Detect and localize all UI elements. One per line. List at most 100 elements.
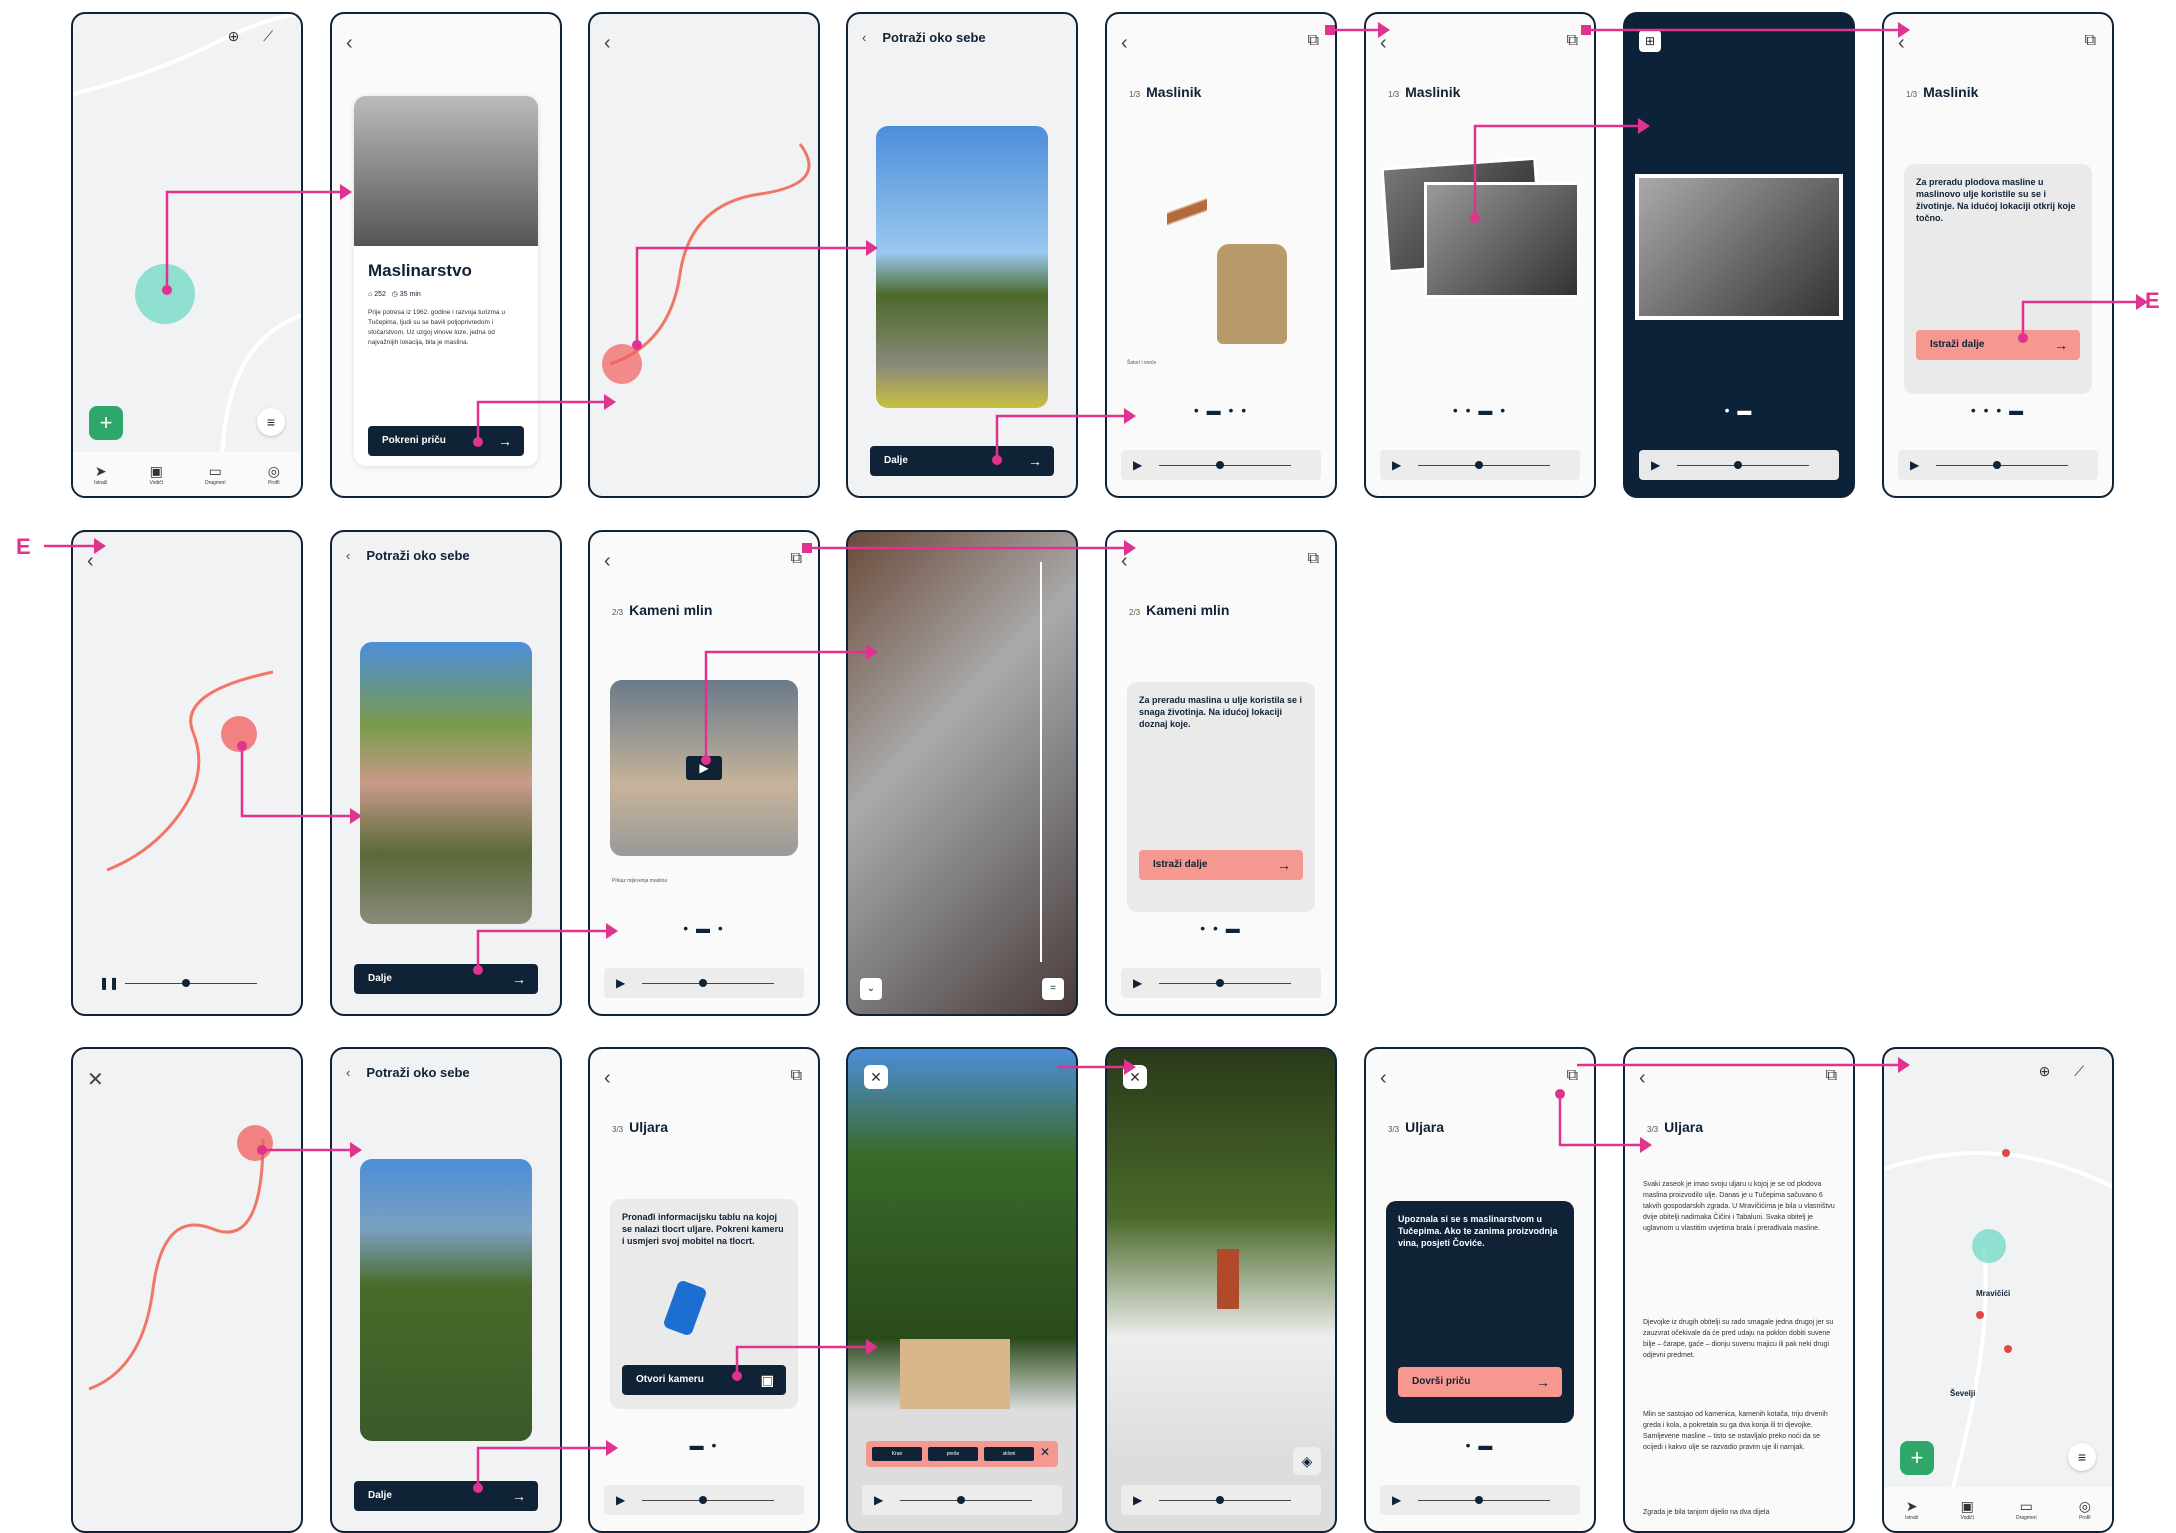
play-icon[interactable]: ▶ — [616, 976, 625, 990]
poi-pin-2[interactable] — [1976, 1311, 1984, 1319]
next-button[interactable]: Dalje → — [870, 446, 1054, 476]
pagination-dots[interactable]: • • ▬ — [1107, 920, 1335, 936]
audio-player[interactable]: ▶ — [1639, 450, 1839, 480]
continuation-label-left: E — [16, 534, 31, 559]
play-video-icon[interactable]: ▶ — [686, 756, 722, 780]
back-icon[interactable]: ‹ — [346, 1065, 350, 1080]
current-location[interactable] — [221, 716, 257, 752]
back-icon[interactable]: ‹ — [1380, 1067, 1387, 1090]
play-icon[interactable]: ▶ — [616, 1493, 625, 1507]
add-button[interactable]: + — [1900, 1441, 1934, 1475]
back-icon[interactable]: ‹ — [1121, 32, 1128, 55]
audio-player[interactable]: ▶ — [1898, 450, 2098, 480]
close-toolbar-icon[interactable]: ✕ — [1040, 1445, 1050, 1459]
map-tools[interactable]: ⊕ ⟋ — [2039, 1063, 2094, 1080]
tab-diagrams[interactable]: ▭ Dragmeri — [2016, 1498, 2037, 1521]
play-icon[interactable]: ▶ — [874, 1493, 883, 1507]
close-icon[interactable]: ✕ — [864, 1065, 888, 1089]
user-location[interactable] — [1972, 1229, 2006, 1263]
pagination-dots[interactable]: • • • ▬ — [1884, 402, 2112, 418]
gallery-icon[interactable]: ⧉ — [791, 1067, 802, 1085]
poi-pin-3[interactable] — [2004, 1345, 2012, 1353]
play-icon[interactable]: ▶ — [1910, 458, 1919, 472]
open-camera-button[interactable]: Otvori kameru ▣ — [622, 1365, 786, 1395]
back-icon[interactable]: ‹ — [604, 550, 611, 573]
video-menu-icon[interactable]: = — [1042, 978, 1064, 1000]
gallery-icon[interactable]: ⧉ — [1308, 32, 1319, 50]
gallery-icon[interactable]: ⧉ — [1567, 32, 1578, 50]
gallery-icon[interactable]: ⧉ — [1826, 1067, 1837, 1085]
explore-further-button[interactable]: Istraži dalje → — [1139, 850, 1303, 880]
pagination-dots[interactable]: • ▬ • — [590, 920, 818, 936]
audio-player[interactable]: ▶ — [862, 1485, 1062, 1515]
audio-player[interactable]: ▶ — [1380, 450, 1580, 480]
pagination-dots[interactable]: • ▬ — [1625, 402, 1853, 418]
back-icon[interactable]: ‹ — [604, 1067, 611, 1090]
start-story-button[interactable]: Pokreni priču → — [368, 426, 524, 456]
video-scrubber[interactable] — [1040, 562, 1042, 962]
play-icon[interactable]: ▶ — [1392, 1493, 1401, 1507]
next-button[interactable]: Dalje → — [354, 964, 538, 994]
collapse-icon[interactable]: ⊞ — [1639, 30, 1661, 52]
audio-player[interactable]: ▶ — [1121, 1485, 1321, 1515]
tab-profile[interactable]: ◎ Profil — [2079, 1498, 2091, 1521]
gallery-icon[interactable]: ⧉ — [1567, 1067, 1578, 1085]
tab-guides[interactable]: ▣ Vodiči — [1961, 1498, 1974, 1521]
location-halo[interactable] — [135, 264, 195, 324]
audio-player[interactable]: ❚❚ — [87, 968, 287, 998]
article-paragraph-1: Svaki zaseok je imao svoju uljaru u kojo… — [1643, 1181, 1835, 1232]
story-title: Maslinarstvo — [368, 261, 472, 280]
tab-guides[interactable]: ▣ Vodiči — [150, 463, 163, 486]
next-button[interactable]: Dalje → — [354, 1481, 538, 1511]
back-icon[interactable]: ‹ — [87, 550, 94, 573]
card-text: Za preradu plodova masline u maslinovo u… — [1916, 177, 2076, 223]
explore-further-button[interactable]: Istraži dalje → — [1916, 330, 2080, 360]
back-icon[interactable]: ‹ — [1121, 550, 1128, 573]
back-icon[interactable]: ‹ — [604, 32, 611, 55]
audio-player[interactable]: ▶ — [604, 1485, 804, 1515]
close-icon[interactable]: ✕ — [1123, 1065, 1147, 1089]
video-thumbnail[interactable]: ▶ — [610, 680, 798, 856]
ar-pill-3[interactable]: skloni — [984, 1447, 1034, 1461]
gallery-icon[interactable]: ⧉ — [2085, 32, 2096, 50]
tab-profile[interactable]: ◎ Profil — [268, 463, 280, 486]
audio-player[interactable]: ▶ — [1121, 968, 1321, 998]
audio-player[interactable]: ▶ — [1380, 1485, 1580, 1515]
ar-pill-2[interactable]: preše — [928, 1447, 978, 1461]
pagination-dots[interactable]: • ▬ • • — [1107, 402, 1335, 418]
pause-icon[interactable]: ❚❚ — [99, 976, 119, 990]
audio-player[interactable]: ▶ — [604, 968, 804, 998]
tab-explore[interactable]: ➤ Istraži — [1905, 1498, 1918, 1521]
tab-explore[interactable]: ➤ Istraži — [94, 463, 107, 486]
gallery-icon[interactable]: ⧉ — [791, 550, 802, 568]
current-location[interactable] — [602, 344, 642, 384]
back-icon[interactable]: ‹ — [1380, 32, 1387, 55]
play-icon[interactable]: ▶ — [1133, 976, 1142, 990]
add-button[interactable]: + — [89, 406, 123, 440]
play-icon[interactable]: ▶ — [1392, 458, 1401, 472]
finish-story-button[interactable]: Dovrši priču → — [1398, 1367, 1562, 1397]
play-icon[interactable]: ▶ — [1133, 1493, 1142, 1507]
audio-player[interactable]: ▶ — [1121, 450, 1321, 480]
gallery-icon[interactable]: ⧉ — [1308, 550, 1319, 568]
list-menu-button[interactable]: ≡ — [2068, 1443, 2096, 1471]
back-icon[interactable]: ‹ — [346, 32, 353, 55]
poi-pin-1[interactable] — [2002, 1149, 2010, 1157]
layers-icon[interactable]: ◈ — [1293, 1447, 1321, 1475]
pagination-dots[interactable]: • • ▬ • — [1366, 402, 1594, 418]
list-menu-button[interactable]: ≡ — [257, 408, 285, 436]
back-icon[interactable]: ‹ — [1639, 1067, 1646, 1090]
back-icon[interactable]: ‹ — [346, 548, 350, 563]
tab-diagrams[interactable]: ▭ Dragmeri — [205, 463, 226, 486]
current-location[interactable] — [237, 1125, 273, 1161]
play-icon[interactable]: ▶ — [1133, 458, 1142, 472]
pagination-dots[interactable]: • ▬ — [1366, 1437, 1594, 1453]
minimize-icon[interactable]: ⌄ — [860, 978, 882, 1000]
close-icon[interactable]: ✕ — [87, 1067, 104, 1092]
map-tools[interactable]: ⊕ ⟋ — [228, 28, 283, 45]
ar-pill-1[interactable]: Kran — [872, 1447, 922, 1461]
back-icon[interactable]: ‹ — [1898, 32, 1905, 55]
pagination-dots[interactable]: ▬ • — [590, 1437, 818, 1453]
back-icon[interactable]: ‹ — [862, 30, 866, 45]
play-icon[interactable]: ▶ — [1651, 458, 1660, 472]
